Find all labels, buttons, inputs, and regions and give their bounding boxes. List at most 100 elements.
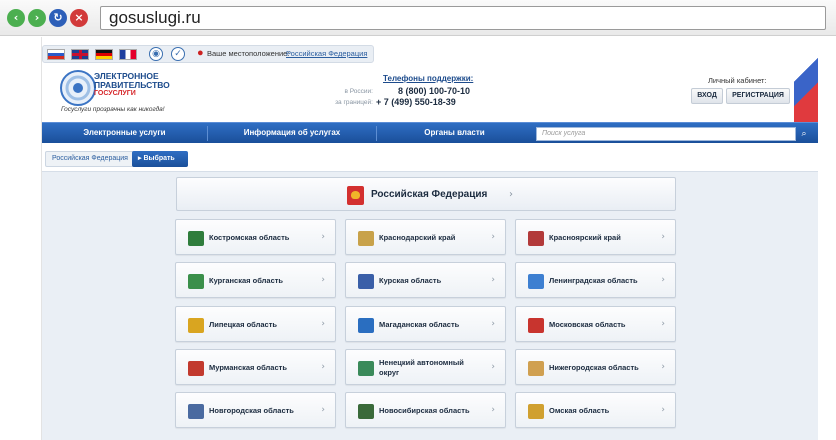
federation-card[interactable]: Российская Федерация ›: [176, 177, 676, 211]
region-emblem-icon: [528, 318, 544, 333]
region-card[interactable]: Липецкая область ›: [175, 306, 336, 342]
region-name: Костромская область: [209, 233, 290, 242]
region-emblem-icon: [528, 361, 544, 376]
region-emblem-icon: [188, 361, 204, 376]
region-card[interactable]: Новгородская область ›: [175, 392, 336, 428]
region-emblem-icon: [358, 231, 374, 246]
federation-name: Российская Федерация: [371, 189, 488, 200]
location-select[interactable]: Российская Федерация: [286, 49, 367, 58]
main-nav: Электронные услуги Информация об услугах…: [42, 122, 818, 143]
address-bar[interactable]: gosuslugi.ru: [100, 6, 826, 30]
phone-ru: 8 (800) 100-70-10: [398, 86, 471, 96]
region-emblem-icon: [358, 361, 374, 376]
region-emblem-icon: [528, 274, 544, 289]
nav-authorities[interactable]: Органы власти: [377, 128, 532, 137]
register-button[interactable]: РЕГИСТРАЦИЯ: [726, 88, 790, 104]
region-name: Магаданская область: [379, 320, 460, 329]
nav-electronic-services[interactable]: Электронные услуги: [42, 128, 207, 137]
region-card[interactable]: Мурманская область ›: [175, 349, 336, 385]
region-card[interactable]: Костромская область ›: [175, 219, 336, 255]
settings-icon[interactable]: ✓: [171, 47, 185, 61]
region-card[interactable]: Московская область ›: [515, 306, 676, 342]
page: ◉ ✓ ● Ваше местоположение: Российская Фе…: [0, 37, 836, 440]
region-emblem-icon: [188, 318, 204, 333]
region-emblem-icon: [188, 274, 204, 289]
region-card[interactable]: Красноярский край ›: [515, 219, 676, 255]
chevron-right-icon: ›: [321, 362, 325, 372]
chevron-right-icon: ›: [661, 362, 665, 372]
region-card[interactable]: Нижегородская область ›: [515, 349, 676, 385]
logo-text: ПРАВИТЕЛЬСТВО: [94, 80, 170, 90]
chevron-right-icon: ›: [491, 232, 495, 242]
coat-of-arms-icon: [347, 186, 364, 205]
chevron-right-icon: ›: [661, 275, 665, 285]
region-emblem-icon: [188, 404, 204, 419]
chevron-right-icon: ›: [661, 405, 665, 415]
support-title[interactable]: Телефоны поддержки:: [383, 74, 473, 83]
phone-abroad-label: за границей:: [335, 99, 373, 106]
phone-abroad: + 7 (499) 550-18-39: [376, 97, 456, 107]
chevron-right-icon: ›: [321, 405, 325, 415]
region-card[interactable]: Ненецкий автономный округ ›: [345, 349, 506, 385]
region-name: Курская область: [379, 276, 442, 285]
chevron-right-icon: ›: [491, 275, 495, 285]
chevron-right-icon: ›: [491, 362, 495, 372]
region-card[interactable]: Ленинградская область ›: [515, 262, 676, 298]
flag-uk-icon[interactable]: [71, 49, 89, 60]
region-name: Красноярский край: [549, 233, 621, 242]
browser-toolbar: ‹ › ↻ × gosuslugi.ru: [0, 0, 836, 36]
region-name: Нижегородская область: [549, 363, 639, 372]
logo-icon[interactable]: [58, 68, 98, 108]
region-name: Омская область: [549, 406, 610, 415]
region-card[interactable]: Курская область ›: [345, 262, 506, 298]
chevron-right-icon: ›: [661, 319, 665, 329]
forward-icon[interactable]: ›: [28, 9, 46, 27]
chevron-right-icon: ›: [321, 232, 325, 242]
flag-ribbon-decoration: [794, 37, 818, 125]
search-icon[interactable]: ⌕: [797, 127, 811, 141]
flag-fr-icon[interactable]: [119, 49, 137, 60]
search-input[interactable]: Поиск услуга: [536, 127, 796, 141]
region-name: Липецкая область: [209, 320, 277, 329]
region-emblem-icon: [528, 231, 544, 246]
flag-de-icon[interactable]: [95, 49, 113, 60]
phone-ru-label: в России:: [344, 88, 374, 95]
region-name: Курганская область: [209, 276, 284, 285]
region-name: Мурманская область: [209, 363, 287, 372]
region-emblem-icon: [358, 404, 374, 419]
breadcrumb-current[interactable]: Российская Федерация: [45, 151, 135, 167]
region-name: Московская область: [549, 320, 626, 329]
region-emblem-icon: [358, 318, 374, 333]
flag-ru-icon[interactable]: [47, 49, 65, 60]
top-toolbar: ◉ ✓ ● Ваше местоположение: Российская Фе…: [42, 45, 374, 63]
stop-icon[interactable]: ×: [70, 9, 88, 27]
chevron-right-icon: ›: [491, 319, 495, 329]
nav-service-info[interactable]: Информация об услугах: [208, 128, 376, 137]
select-region-label: Выбрать: [143, 155, 175, 162]
region-emblem-icon: [528, 404, 544, 419]
region-name: Краснодарский край: [379, 233, 456, 242]
region-card[interactable]: Краснодарский край ›: [345, 219, 506, 255]
region-emblem-icon: [188, 231, 204, 246]
region-card[interactable]: Курганская область ›: [175, 262, 336, 298]
select-region-button[interactable]: ▸ Выбрать: [132, 151, 188, 167]
region-emblem-icon: [358, 274, 374, 289]
accessibility-icon[interactable]: ◉: [149, 47, 163, 61]
region-name: Новгородская область: [209, 406, 294, 415]
chevron-right-icon: ›: [321, 319, 325, 329]
login-button[interactable]: ВХОД: [691, 88, 723, 104]
back-icon[interactable]: ‹: [7, 9, 25, 27]
chevron-right-icon: ›: [661, 232, 665, 242]
chevron-right-icon: ›: [509, 189, 513, 200]
region-name: Новосибирская область: [379, 406, 470, 415]
region-card[interactable]: Омская область ›: [515, 392, 676, 428]
reload-icon[interactable]: ↻: [49, 9, 67, 27]
chevron-right-icon: ›: [321, 275, 325, 285]
site-container: ◉ ✓ ● Ваше местоположение: Российская Фе…: [41, 37, 818, 440]
logo-subtitle: ГОСУСЛУГИ: [94, 90, 136, 97]
chevron-right-icon: ›: [491, 405, 495, 415]
region-name: Ненецкий автономный округ: [379, 358, 464, 377]
region-card[interactable]: Магаданская область ›: [345, 306, 506, 342]
location-pin-icon: ●: [197, 47, 204, 59]
region-card[interactable]: Новосибирская область ›: [345, 392, 506, 428]
